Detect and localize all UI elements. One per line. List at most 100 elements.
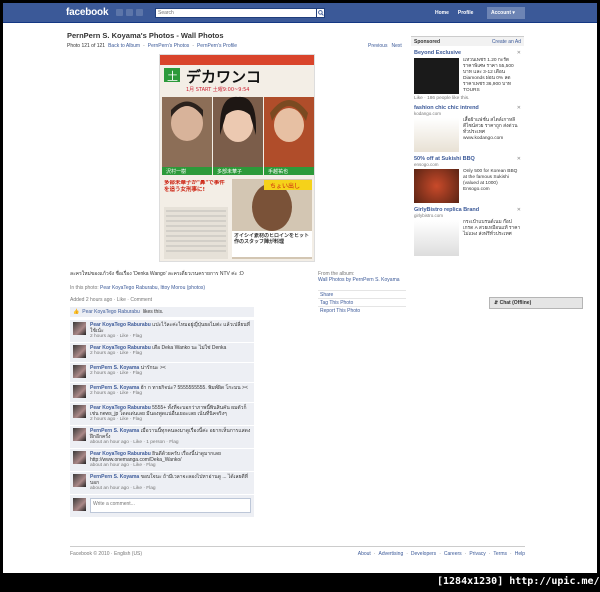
comment-text: ฮ้า ก ทายกิจน่ะ? 5555555555. พิมพ์ผิด โก… — [140, 385, 248, 391]
messages-icon[interactable] — [126, 9, 133, 16]
comment-meta[interactable]: about an hour ago · Like · Flag — [90, 486, 251, 492]
nav-profile[interactable]: Profile — [458, 10, 474, 16]
comment-meta[interactable]: 2 hours ago · Like · Flag — [90, 351, 226, 357]
tagged-people-link[interactable]: Pear KoyaTego Raburabu, Ittoy Morou (pho… — [100, 285, 205, 291]
close-icon[interactable]: ✕ — [517, 105, 521, 111]
comment: PernPern S. Koyama ฮ้า ก ทายกิจน่ะ? 5555… — [70, 382, 254, 402]
account-label: Account ▾ — [491, 10, 515, 16]
footer-sep: · — [439, 551, 441, 557]
separator: · — [192, 43, 194, 49]
ad-item[interactable]: 50% off at Sukishi BBQ ensogo.com ✕ Only… — [411, 156, 524, 203]
actor-name-1: 沢村一樹 — [166, 168, 186, 175]
liker-name[interactable]: Pear KoyaTego Raburabu — [82, 309, 140, 315]
pern-profile-link[interactable]: PernPern's Profile — [197, 43, 237, 49]
ad-title[interactable]: Beyond Exclusive — [414, 50, 521, 56]
footer-copyright[interactable]: Facebook © 2010 · English (US) — [70, 551, 142, 557]
comment-meta[interactable]: 2 hours ago · Like · Flag — [90, 371, 166, 377]
footer-help[interactable]: Help — [515, 551, 525, 557]
create-ad-link[interactable]: Create an Ad — [492, 39, 521, 45]
page-title: PernPern S. Koyama's Photos - Wall Photo… — [67, 31, 224, 40]
ad-item[interactable]: GirlyBistro replica Brand girlybistro.co… — [411, 207, 524, 256]
comment-text: น่ารักนะ >< — [140, 365, 166, 371]
ad-item[interactable]: fashion chic chic intrend kodango.com ✕ … — [411, 105, 524, 152]
photo-actions: Share Tag This Photo Report This Photo — [318, 290, 406, 314]
comment: PernPern S. Koyama เมื่อวานนี้ทุกคนลงมาด… — [70, 425, 254, 448]
sponsored-header: Sponsored Create an Ad — [411, 36, 524, 46]
account-menu[interactable]: Account ▾ — [487, 7, 525, 19]
footer-advertising[interactable]: Advertising — [378, 551, 403, 557]
ad-text: Only 500 for Korean BBQ at the famous Su… — [463, 169, 518, 192]
magnifier-icon — [317, 10, 324, 16]
comment-meta[interactable]: 2 hours ago · Like · Flag — [90, 417, 251, 423]
comment-input[interactable]: Write a comment... — [90, 498, 251, 513]
search-button[interactable] — [316, 8, 325, 18]
previous-link[interactable]: Previous — [368, 43, 387, 49]
ad-image[interactable] — [414, 220, 459, 256]
avatar[interactable] — [73, 365, 86, 378]
chat-bar[interactable]: ⇵ Chat (Offline) — [489, 297, 583, 309]
added-line[interactable]: Added 2 hours ago · Like · Comment — [70, 297, 152, 303]
main-photo[interactable]: 土 デカワンコ 1月 START 土曜9:00~9:54 沢村一樹 多部未華子 … — [159, 54, 315, 262]
notifications-icon[interactable] — [136, 9, 143, 16]
chat-icon: ⇵ — [494, 300, 499, 306]
comment-meta[interactable]: 2 hours ago · Like · Flag — [90, 391, 248, 397]
tag-photo-link[interactable]: Tag This Photo — [318, 298, 406, 306]
ad-like[interactable]: Like · 186 people like this. — [414, 96, 521, 101]
ad-image[interactable] — [414, 169, 459, 203]
search-input[interactable] — [155, 8, 317, 18]
comment-meta[interactable]: about an hour ago · Like · 1 person · Fl… — [90, 440, 251, 446]
close-icon[interactable]: ✕ — [517, 50, 521, 56]
comment-meta[interactable]: about an hour ago · Like · Flag — [90, 463, 251, 469]
avatar[interactable] — [73, 405, 86, 418]
facebook-logo[interactable]: facebook — [66, 7, 109, 18]
avatar[interactable] — [73, 345, 86, 358]
photo-caption: ละครใหม่ของแก้วจัง ชื่อเรื่อง 'Denka Wan… — [70, 271, 244, 277]
sponsored-sidebar: Sponsored Create an Ad Beyond Exclusive … — [411, 36, 524, 256]
write-comment-row: Write a comment... — [70, 495, 254, 517]
nav-home[interactable]: Home — [435, 10, 449, 16]
report-photo-link[interactable]: Report This Photo — [318, 306, 406, 314]
badge-text: 土 — [167, 70, 178, 83]
friend-requests-icon[interactable] — [116, 9, 123, 16]
in-this-photo: In this photo: Pear KoyaTego Raburabu, I… — [70, 285, 205, 291]
footer-developers[interactable]: Developers — [411, 551, 436, 557]
footer-privacy[interactable]: Privacy — [469, 551, 485, 557]
comment: Pear KoyaTego Raburabu แปะไว้ละค่ะไหมอยู… — [70, 319, 254, 342]
album-info: From the album: Wall Photos by PernPern … — [318, 271, 406, 283]
avatar[interactable] — [73, 451, 86, 464]
avatar[interactable] — [73, 385, 86, 398]
avatar — [73, 498, 86, 511]
close-icon[interactable]: ✕ — [517, 156, 521, 162]
pern-photos-link[interactable]: PernPern's Photos — [148, 43, 190, 49]
comment: PernPern S. Koyama ขอบใจนะ ถ้ามีเวลาจะลอ… — [70, 471, 254, 494]
album-link[interactable]: Wall Photos by PernPern S. Koyama — [318, 277, 406, 283]
close-icon[interactable]: ✕ — [517, 207, 521, 213]
share-link[interactable]: Share — [318, 290, 406, 298]
footer-terms[interactable]: Terms — [493, 551, 507, 557]
magazine-photo: 土 デカワンコ 1月 START 土曜9:00~9:54 沢村一樹 多部未華子 … — [160, 55, 314, 261]
ad-url: girlybistro.com — [414, 213, 444, 218]
ad-image[interactable] — [414, 58, 459, 94]
footer-careers[interactable]: Careers — [444, 551, 462, 557]
small-label: ちょい出し — [270, 182, 300, 190]
sponsored-label: Sponsored — [414, 39, 441, 45]
ad-text: แหวนเพชร 1.20 กะรัต ราคาพิเศษ ราคา 55,50… — [463, 58, 514, 93]
comment-feed: 👍 Pear KoyaTego Raburabu likes this. Pea… — [70, 307, 254, 517]
comment: Pear KoyaTego Raburabu ยินดีด้วยครับ เรื… — [70, 448, 254, 471]
side-text: オイシイ素材のヒロインをヒット作のスタッフ陣が料理 — [234, 233, 310, 245]
drama-title: デカワンコ — [186, 68, 261, 86]
ad-url: ensogo.com — [414, 162, 439, 167]
avatar[interactable] — [73, 322, 86, 335]
avatar[interactable] — [73, 474, 86, 487]
comment: Pear KoyaTego Raburabu 5555+ ทั้งที่จะบอ… — [70, 402, 254, 425]
footer: Facebook © 2010 · English (US) About · A… — [70, 546, 525, 557]
avatar[interactable] — [73, 428, 86, 441]
ad-item[interactable]: Beyond Exclusive ✕ แหวนเพชร 1.20 กะรัต ร… — [411, 50, 524, 101]
back-to-album-link[interactable]: Back to Album — [108, 43, 140, 49]
next-link[interactable]: Next — [391, 43, 401, 49]
photo-count: Photo 121 of 121 — [67, 43, 106, 49]
footer-about[interactable]: About — [358, 551, 371, 557]
comment-meta[interactable]: 2 hours ago · Like · Flag — [90, 334, 251, 340]
ad-image[interactable] — [414, 118, 459, 152]
actor-name-3: 手越祐也 — [268, 168, 288, 175]
